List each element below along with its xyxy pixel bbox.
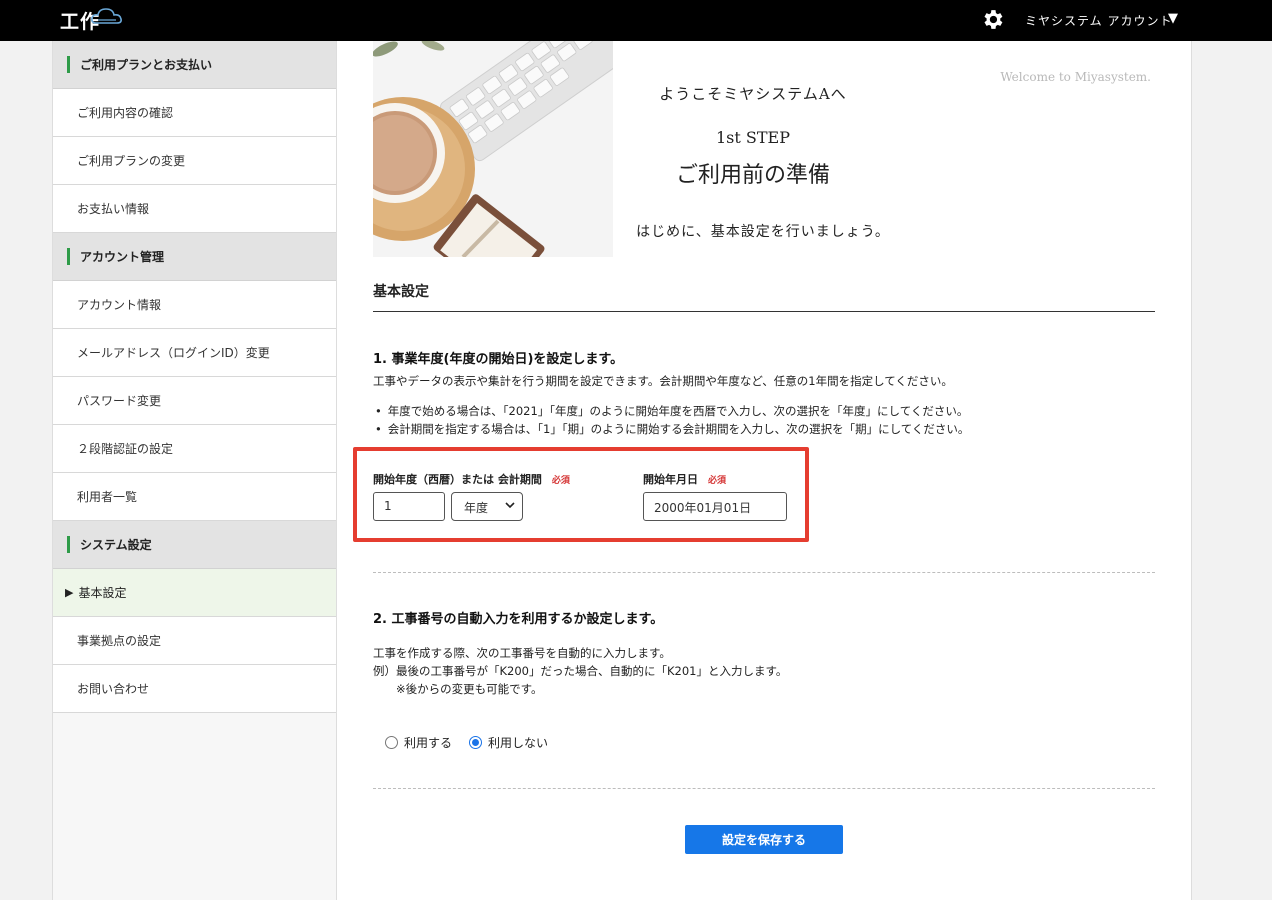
fiscal-year-description: 工事やデータの表示や集計を行う期間を設定できます。会計期間や年度など、任意の1年… xyxy=(373,374,953,388)
welcome-banner: Welcome to Miyasystem. ようこそミヤシステムAへ 1st … xyxy=(373,41,1155,257)
radio-use[interactable] xyxy=(385,736,398,749)
sidebar-item-password-change[interactable]: パスワード変更 xyxy=(53,377,336,425)
sidebar-item-user-list[interactable]: 利用者一覧 xyxy=(53,473,336,521)
sidebar: ご利用プランとお支払い ご利用内容の確認 ご利用プランの変更 お支払い情報 アカ… xyxy=(52,41,337,900)
radio-use-label[interactable]: 利用する xyxy=(404,734,452,751)
save-settings-button[interactable]: 設定を保存する xyxy=(685,825,843,854)
welcome-caption: Welcome to Miyasystem. xyxy=(1000,70,1151,84)
top-bar: 工作 ミヤシステム アカウント ▼ xyxy=(0,0,1272,41)
sidebar-item-contact[interactable]: お問い合わせ xyxy=(53,665,336,713)
sidebar-item-label: 基本設定 xyxy=(78,586,127,600)
start-year-label-text: 開始年度（西暦）または 会計期間 xyxy=(373,473,542,486)
sidebar-item-business-base[interactable]: 事業拠点の設定 xyxy=(53,617,336,665)
radio-not-use-label[interactable]: 利用しない xyxy=(488,734,548,751)
account-menu-label[interactable]: ミヤシステム アカウント xyxy=(1025,12,1172,29)
instruction-item: 年度で始める場合は、「2021」「年度」のように開始年度を西暦で入力し、次の選択… xyxy=(373,402,969,420)
main-panel: Welcome to Miyasystem. ようこそミヤシステムAへ 1st … xyxy=(337,41,1192,900)
banner-greeting: ようこそミヤシステムAへ xyxy=(659,85,847,103)
app-logo[interactable]: 工作 xyxy=(60,6,130,34)
radio-not-use[interactable] xyxy=(469,736,483,749)
required-badge: 必須 xyxy=(708,476,727,486)
start-date-label: 開始年月日 必須 xyxy=(643,471,726,487)
sidebar-item-payment-info[interactable]: お支払い情報 xyxy=(53,185,336,233)
sidebar-section-account: アカウント管理 xyxy=(53,233,336,281)
sidebar-section-system: システム設定 xyxy=(53,521,336,569)
start-year-input[interactable]: 1 xyxy=(373,492,445,521)
account-dropdown-caret-icon[interactable]: ▼ xyxy=(1168,11,1178,26)
sidebar-item-two-factor[interactable]: ２段階認証の設定 xyxy=(53,425,336,473)
chevron-down-icon xyxy=(505,502,515,509)
sidebar-item-usage-check[interactable]: ご利用内容の確認 xyxy=(53,89,336,137)
desk-photo-illustration xyxy=(373,41,613,257)
gear-icon[interactable] xyxy=(980,7,1005,32)
active-marker-icon: ▶ xyxy=(65,586,74,599)
banner-photo xyxy=(373,41,613,257)
title-divider xyxy=(373,311,1155,312)
fiscal-year-instructions: 年度で始める場合は、「2021」「年度」のように開始年度を西暦で入力し、次の選択… xyxy=(373,402,970,438)
sidebar-section-title: ご利用プランとお支払い xyxy=(80,58,213,72)
start-year-label: 開始年度（西暦）または 会計期間 必須 xyxy=(373,471,570,487)
period-type-selected: 年度 xyxy=(464,501,489,515)
cloud-icon xyxy=(91,8,122,24)
section-divider xyxy=(373,788,1155,789)
banner-step: 1st STEP xyxy=(716,128,790,147)
sidebar-item-basic-settings[interactable]: ▶ 基本設定 xyxy=(53,569,336,617)
period-type-select[interactable]: 年度 xyxy=(451,492,523,521)
sidebar-section-title: アカウント管理 xyxy=(80,250,165,264)
banner-subtext: はじめに、基本設定を行いましょう。 xyxy=(636,224,890,240)
auto-number-heading: 2. 工事番号の自動入力を利用するか設定します。 xyxy=(373,612,664,627)
auto-number-description: 工事を作成する際、次の工事番号を自動的に入力します。 xyxy=(373,646,671,660)
section-accent-bar xyxy=(67,536,70,553)
sidebar-section-title: システム設定 xyxy=(80,538,152,552)
auto-number-radio-group: 利用する 利用しない xyxy=(385,734,548,751)
auto-number-note: ※後からの変更も可能です。 xyxy=(396,682,543,696)
sidebar-item-email-change[interactable]: メールアドレス（ログインID）変更 xyxy=(53,329,336,377)
sidebar-item-plan-change[interactable]: ご利用プランの変更 xyxy=(53,137,336,185)
sidebar-item-account-info[interactable]: アカウント情報 xyxy=(53,281,336,329)
banner-heading: ご利用前の準備 xyxy=(675,163,830,188)
sidebar-section-plan-payment: ご利用プランとお支払い xyxy=(53,41,336,89)
auto-number-example: 例）最後の工事番号が「K200」だった場合、自動的に「K201」と入力します。 xyxy=(373,664,788,678)
section-divider xyxy=(373,572,1155,573)
start-date-label-text: 開始年月日 xyxy=(643,473,698,486)
fiscal-year-heading: 1. 事業年度(年度の開始日)を設定します。 xyxy=(373,352,624,367)
start-date-input[interactable]: 2000年01月01日 xyxy=(643,492,787,521)
section-accent-bar xyxy=(67,56,70,73)
instruction-item: 会計期間を指定する場合は、「1」「期」のように開始する会計期間を入力し、次の選択… xyxy=(373,420,970,438)
required-badge: 必須 xyxy=(551,476,570,486)
page-title: 基本設定 xyxy=(373,284,429,300)
section-accent-bar xyxy=(67,248,70,265)
